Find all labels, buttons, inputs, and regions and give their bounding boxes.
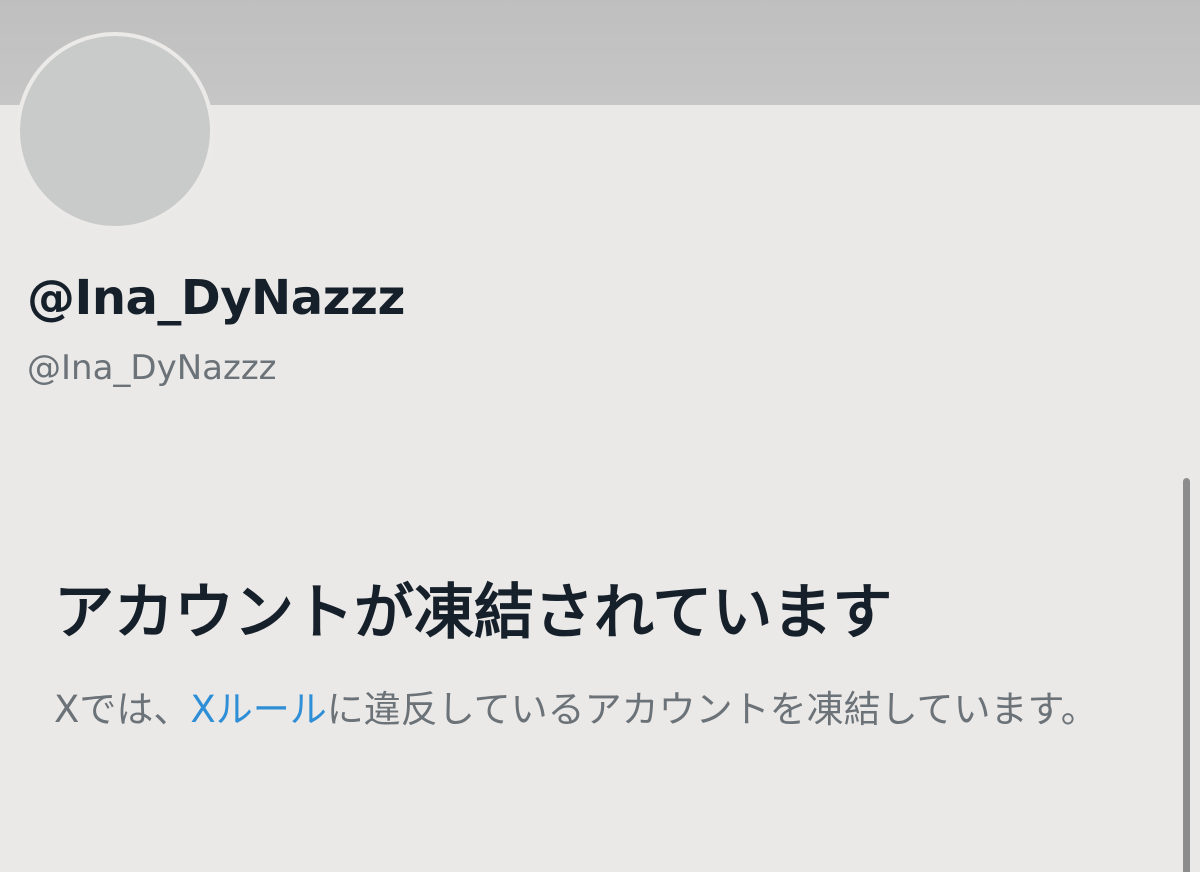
suspended-notice-description: Xでは、Xルールに違反しているアカウントを凍結しています。 xyxy=(54,684,1144,736)
x-rules-link[interactable]: Xルール xyxy=(190,688,326,731)
profile-area xyxy=(0,105,1200,872)
username-handle: @Ina_DyNazzz xyxy=(27,348,277,388)
suspended-notice-title: アカウントが凍結されています xyxy=(54,578,893,648)
avatar[interactable] xyxy=(16,32,214,230)
display-name: @Ina_DyNazzz xyxy=(27,270,405,326)
description-suffix: に違反しているアカウントを凍結しています。 xyxy=(326,688,1098,731)
scrollbar[interactable] xyxy=(1183,478,1190,872)
description-prefix: Xでは、 xyxy=(54,688,191,731)
